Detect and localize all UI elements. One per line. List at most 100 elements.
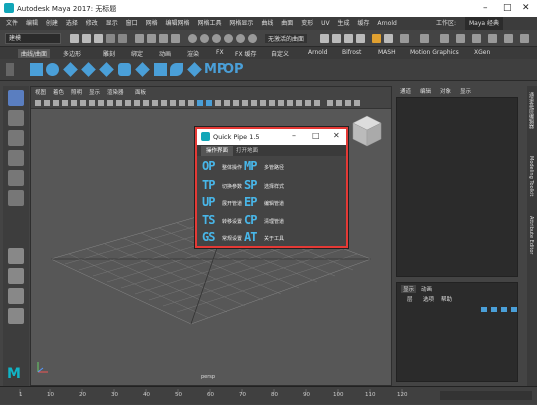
layer-new-icon[interactable] bbox=[481, 307, 487, 312]
snap-view-icon[interactable] bbox=[224, 34, 233, 43]
menu-edit[interactable]: 编辑 bbox=[26, 17, 38, 30]
shelf-tab-fx[interactable]: FX bbox=[216, 49, 224, 56]
ipr-render-icon[interactable] bbox=[344, 34, 353, 43]
shelf-tab-sculpt[interactable]: 雕刻 bbox=[103, 49, 115, 58]
render-view-icon[interactable] bbox=[320, 34, 329, 43]
tab-open-ground[interactable]: 打开地面 bbox=[231, 146, 263, 156]
menu-file[interactable]: 文件 bbox=[6, 17, 18, 30]
shelf-tab-mash[interactable]: MASH bbox=[378, 49, 396, 56]
shelf-tool-1-icon[interactable] bbox=[30, 63, 43, 76]
new-scene-icon[interactable] bbox=[70, 34, 79, 43]
view-cube[interactable] bbox=[352, 115, 382, 147]
viewport-toolbar-icons[interactable] bbox=[31, 97, 391, 109]
tool-settings-icon[interactable] bbox=[472, 34, 481, 43]
vtab-modeling-toolkit[interactable]: Modeling Toolkit bbox=[528, 156, 534, 196]
paint-select-tool-icon[interactable] bbox=[8, 130, 24, 146]
workspace-select[interactable]: Maya 经典 bbox=[465, 17, 503, 30]
open-scene-icon[interactable] bbox=[82, 34, 91, 43]
menu-arnold[interactable]: Arnold bbox=[377, 17, 396, 30]
vtab-attribute-editor[interactable]: Attribute Editor bbox=[528, 216, 534, 254]
layer-tab-display[interactable]: 显示 bbox=[401, 285, 417, 293]
menu-uv[interactable]: UV bbox=[321, 17, 330, 30]
shelf-tool-2-icon[interactable] bbox=[46, 63, 59, 76]
menu-set-select[interactable]: 建模 bbox=[5, 33, 61, 44]
select-hierarchy-icon[interactable] bbox=[135, 34, 144, 43]
snap-grid-icon[interactable] bbox=[188, 34, 197, 43]
menu-create[interactable]: 创建 bbox=[46, 17, 58, 30]
four-view-layout-icon[interactable] bbox=[8, 268, 24, 284]
shelf-tool-9-icon[interactable] bbox=[170, 63, 183, 76]
channel-box-icon[interactable] bbox=[488, 34, 497, 43]
menu-windows[interactable]: 窗口 bbox=[126, 17, 138, 30]
shelf-tool-4-icon[interactable] bbox=[81, 62, 96, 77]
dialog-close-icon[interactable]: ✕ bbox=[333, 131, 340, 140]
layer-new-selected-icon[interactable] bbox=[491, 307, 497, 312]
layer-move-down-icon[interactable] bbox=[511, 307, 517, 312]
shelf-tab-motion-graphics[interactable]: Motion Graphics bbox=[410, 49, 459, 56]
shelf-op-button[interactable]: OP bbox=[223, 62, 244, 77]
shelf-tab-poly[interactable]: 多边形 bbox=[63, 49, 81, 58]
save-scene-icon[interactable] bbox=[94, 34, 103, 43]
shelf-tab-arnold[interactable]: Arnold bbox=[308, 49, 327, 56]
dialog-titlebar[interactable]: Quick Pipe 1.5 – □ ✕ bbox=[197, 129, 346, 145]
playback-controls[interactable] bbox=[440, 391, 532, 400]
layer-menu-options[interactable]: 选项 bbox=[423, 295, 434, 303]
menu-edit-mesh[interactable]: 编辑网格 bbox=[166, 17, 190, 30]
viewport-menu-show[interactable]: 显示 bbox=[89, 88, 100, 96]
redo-icon[interactable] bbox=[118, 34, 127, 43]
scale-tool-icon[interactable] bbox=[8, 190, 24, 206]
snap-curve-icon[interactable] bbox=[200, 34, 209, 43]
arnold-render-icon[interactable] bbox=[384, 34, 393, 43]
side-by-side-layout-icon[interactable] bbox=[8, 288, 24, 304]
viewport-menu-renderer[interactable]: 渲染器 bbox=[107, 88, 124, 96]
undo-icon[interactable] bbox=[106, 34, 115, 43]
minimize-icon[interactable]: – bbox=[483, 3, 488, 13]
menu-surfaces[interactable]: 曲面 bbox=[281, 17, 293, 30]
layout-toggle-icon[interactable] bbox=[520, 34, 529, 43]
rotate-tool-icon[interactable] bbox=[8, 170, 24, 186]
menu-mesh-tools[interactable]: 网格工具 bbox=[197, 17, 221, 30]
shelf-tool-7-icon[interactable] bbox=[135, 62, 150, 77]
shelf-tab-rendering[interactable]: 渲染 bbox=[187, 49, 199, 58]
channel-menu-edit[interactable]: 编辑 bbox=[420, 87, 431, 95]
dialog-minimize-icon[interactable]: – bbox=[292, 131, 296, 140]
select-tool-icon[interactable] bbox=[8, 90, 24, 106]
viewport-menu-panels[interactable]: 面板 bbox=[135, 88, 146, 96]
menu-mesh[interactable]: 网格 bbox=[146, 17, 158, 30]
lock-selection-icon[interactable] bbox=[171, 34, 180, 43]
layer-menu-help[interactable]: 帮助 bbox=[441, 295, 452, 303]
channel-menu-show[interactable]: 显示 bbox=[460, 87, 471, 95]
render-current-icon[interactable] bbox=[332, 34, 341, 43]
layer-tab-anim[interactable]: 动画 bbox=[421, 285, 432, 293]
viewport-menu-shading[interactable]: 着色 bbox=[53, 88, 64, 96]
channel-menu-channels[interactable]: 通道 bbox=[400, 87, 411, 95]
viewport-menu-view[interactable]: 视图 bbox=[35, 88, 46, 96]
layer-menu-layers[interactable]: 层 bbox=[407, 295, 413, 303]
viewport-menu-lighting[interactable]: 照明 bbox=[71, 88, 82, 96]
outliner-layout-icon[interactable] bbox=[8, 308, 24, 324]
shelf-tool-6-icon[interactable] bbox=[118, 63, 131, 76]
close-icon[interactable]: ✕ bbox=[522, 3, 530, 13]
select-object-icon[interactable] bbox=[147, 34, 156, 43]
maximize-icon[interactable]: □ bbox=[503, 3, 512, 13]
menu-modify[interactable]: 修改 bbox=[86, 17, 98, 30]
dialog-maximize-icon[interactable]: □ bbox=[312, 131, 320, 140]
live-surface-field[interactable]: 无激活的曲面 bbox=[265, 34, 308, 43]
render-settings-icon[interactable] bbox=[356, 34, 365, 43]
shelf-tool-3-icon[interactable] bbox=[63, 62, 78, 77]
layer-move-up-icon[interactable] bbox=[501, 307, 507, 312]
menu-cache[interactable]: 缓存 bbox=[357, 17, 369, 30]
menu-curves[interactable]: 曲线 bbox=[261, 17, 273, 30]
snap-surface-icon[interactable] bbox=[236, 34, 245, 43]
shelf-tab-animation[interactable]: 动画 bbox=[159, 49, 171, 58]
shelf-tool-5-icon[interactable] bbox=[99, 62, 114, 77]
shelf-tab-curves[interactable]: 曲线/曲面 bbox=[18, 49, 51, 58]
channel-box-list[interactable] bbox=[396, 97, 518, 277]
menu-select[interactable]: 选择 bbox=[66, 17, 78, 30]
channel-menu-object[interactable]: 对象 bbox=[440, 87, 451, 95]
shelf-tab-rigging[interactable]: 绑定 bbox=[131, 49, 143, 58]
snap-live-icon[interactable] bbox=[248, 34, 257, 43]
shelf-tab-custom[interactable]: 自定义 bbox=[271, 49, 289, 58]
lasso-tool-icon[interactable] bbox=[8, 110, 24, 126]
login-icon[interactable] bbox=[400, 34, 409, 43]
